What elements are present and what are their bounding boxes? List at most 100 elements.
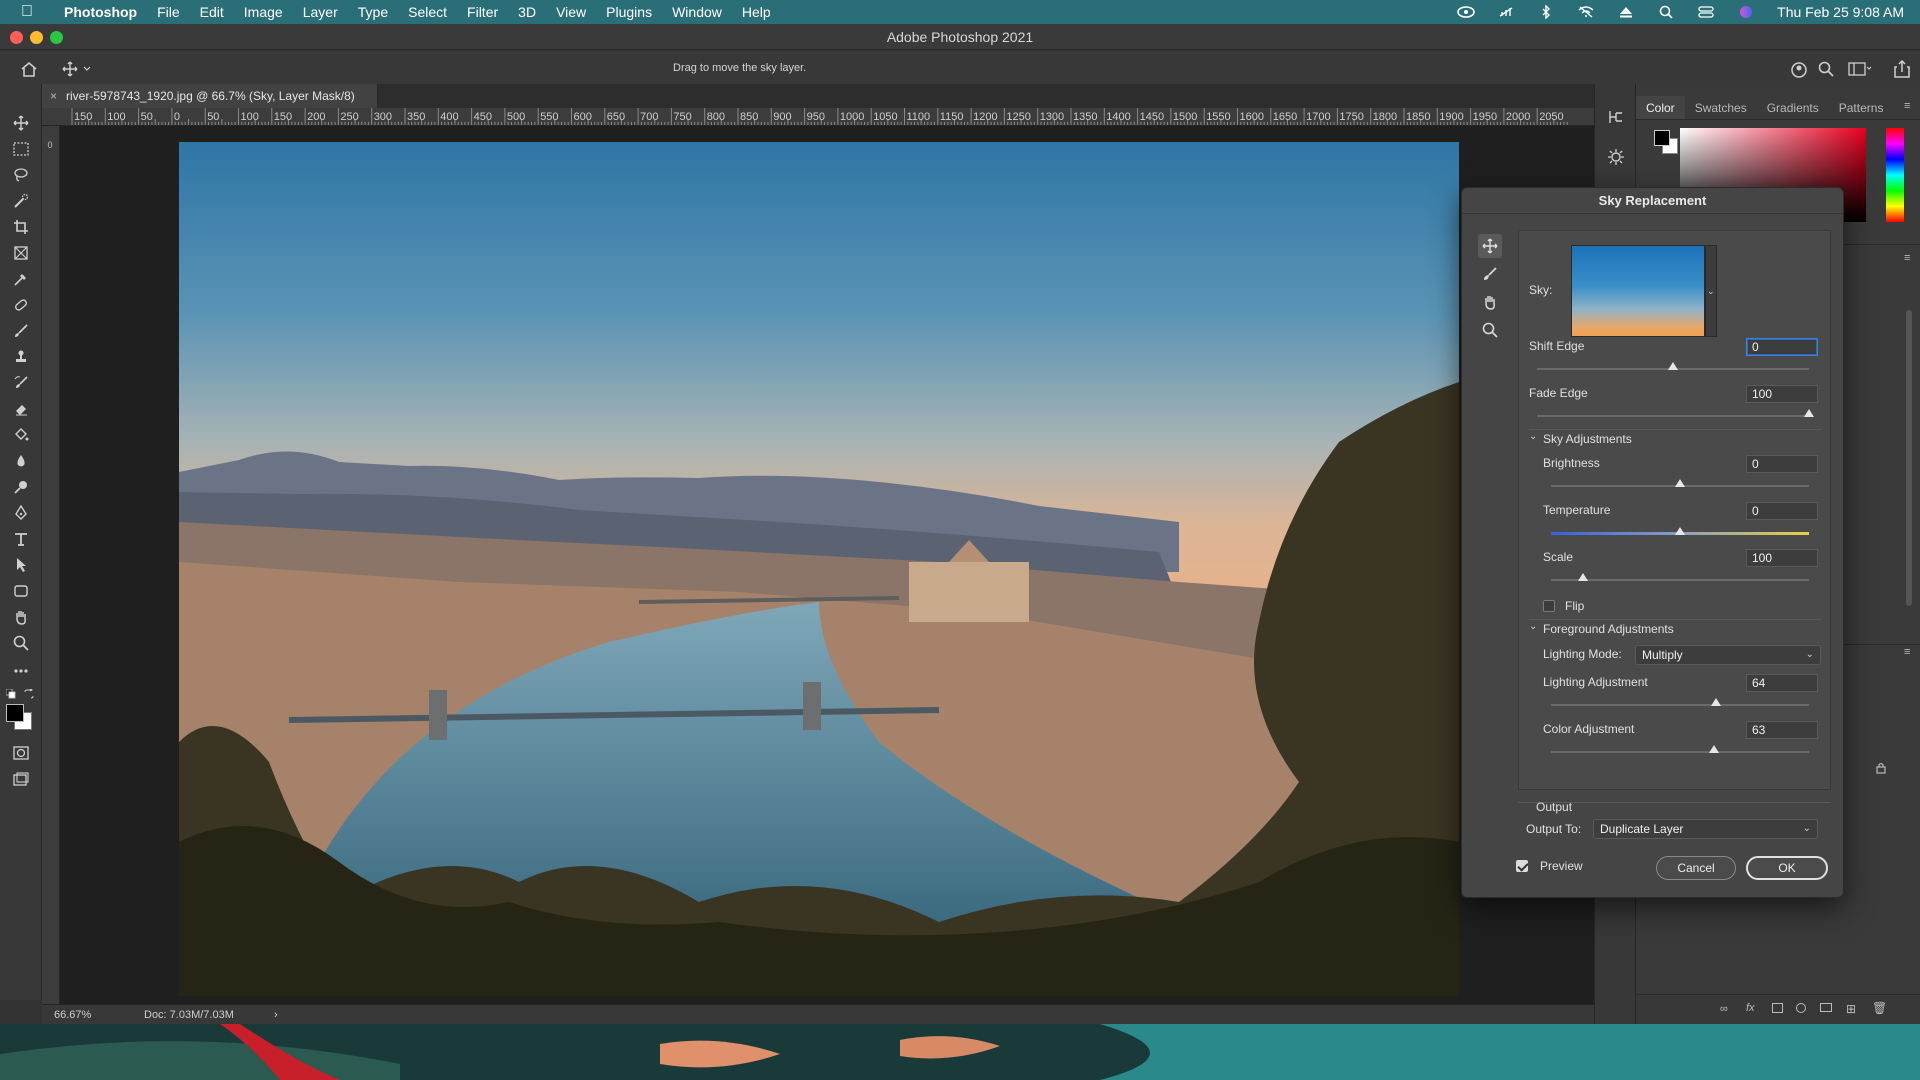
flip-checkbox[interactable] <box>1543 600 1555 612</box>
cancel-button[interactable]: Cancel <box>1656 856 1736 880</box>
brush-tool-icon[interactable] <box>10 320 32 342</box>
frame-tool-icon[interactable] <box>10 242 32 264</box>
control-center-icon[interactable] <box>1697 5 1715 19</box>
search-icon[interactable] <box>1818 61 1834 80</box>
menu-help[interactable]: Help <box>732 4 781 20</box>
add-mask-icon[interactable] <box>1772 1003 1783 1013</box>
marquee-tool-icon[interactable] <box>10 138 32 160</box>
apple-icon[interactable]:  <box>0 3 54 21</box>
close-document-icon[interactable]: × <box>50 84 57 108</box>
sky-zoom-tool-icon[interactable] <box>1478 318 1502 342</box>
preview-checkbox[interactable] <box>1516 860 1528 872</box>
sky-adjustments-chevron-icon[interactable]: ⌄ <box>1529 431 1537 442</box>
paint-bucket-tool-icon[interactable] <box>10 424 32 446</box>
tab-gradients[interactable]: Gradients <box>1757 96 1829 119</box>
move-tool-icon[interactable] <box>10 112 32 134</box>
color-adjustment-slider-thumb[interactable] <box>1708 745 1719 753</box>
tab-patterns[interactable]: Patterns <box>1829 96 1894 119</box>
path-selection-tool-icon[interactable] <box>10 554 32 576</box>
screen-mode-icon[interactable] <box>10 768 32 790</box>
type-tool-icon[interactable] <box>10 528 32 550</box>
output-to-select[interactable]: Duplicate Layer ⌄ <box>1593 819 1818 839</box>
menu-filter[interactable]: Filter <box>457 4 508 20</box>
document-size-info[interactable]: Doc: 7.03M/7.03M <box>144 1005 234 1025</box>
lighting-adjustment-slider[interactable] <box>1551 704 1809 706</box>
menu-3d[interactable]: 3D <box>508 4 546 20</box>
adjustment-layer-icon[interactable] <box>1796 1003 1806 1013</box>
sky-preset-thumbnail[interactable] <box>1571 245 1705 337</box>
menu-plugins[interactable]: Plugins <box>596 4 662 20</box>
menu-file[interactable]: File <box>147 4 190 20</box>
layers-panel-menu-icon[interactable]: ≡ <box>1904 646 1910 658</box>
menu-layer[interactable]: Layer <box>293 4 348 20</box>
zoom-tool-icon[interactable] <box>10 632 32 654</box>
status-menu-chevron-icon[interactable]: › <box>274 1005 278 1025</box>
quick-selection-tool-icon[interactable] <box>10 190 32 212</box>
color-adjustment-input[interactable]: 63 <box>1746 721 1818 739</box>
share-icon[interactable] <box>1894 59 1910 81</box>
lighting-adjustment-slider-thumb[interactable] <box>1711 698 1722 706</box>
new-group-icon[interactable] <box>1820 1003 1832 1012</box>
foreground-adjustments-header[interactable]: Foreground Adjustments <box>1543 622 1674 636</box>
brightness-slider-thumb[interactable] <box>1675 479 1685 487</box>
adjustments-panel-icon[interactable] <box>1607 148 1625 169</box>
delete-layer-icon[interactable]: 🗑 <box>1872 1001 1887 1015</box>
menu-select[interactable]: Select <box>398 4 457 20</box>
lighting-adjustment-input[interactable]: 64 <box>1746 674 1818 692</box>
menu-image[interactable]: Image <box>234 4 293 20</box>
clone-stamp-tool-icon[interactable] <box>10 346 32 368</box>
lasso-tool-icon[interactable] <box>10 164 32 186</box>
sky-move-tool-icon[interactable] <box>1478 234 1502 258</box>
sky-adjustments-header[interactable]: Sky Adjustments <box>1543 432 1632 446</box>
sky-preset-dropdown[interactable]: ⌄ <box>1705 245 1717 337</box>
cloud-docs-icon[interactable] <box>1790 61 1808 82</box>
eraser-tool-icon[interactable] <box>10 398 32 420</box>
crop-tool-icon[interactable] <box>10 216 32 238</box>
rectangle-tool-icon[interactable] <box>10 580 32 602</box>
pen-tool-icon[interactable] <box>10 502 32 524</box>
move-tool-preset-icon[interactable] <box>62 61 92 80</box>
more-tools-icon[interactable] <box>10 660 32 682</box>
sky-hand-tool-icon[interactable] <box>1478 290 1502 314</box>
color-adjustment-slider[interactable] <box>1551 751 1809 753</box>
menubar-clock[interactable]: Thu Feb 25 9:08 AM <box>1777 4 1904 20</box>
temperature-input[interactable]: 0 <box>1746 502 1818 520</box>
lighting-mode-select[interactable]: Multiply ⌄ <box>1635 645 1821 665</box>
panel-foreground-swatch[interactable] <box>1654 130 1670 146</box>
history-panel-icon[interactable] <box>1607 108 1625 129</box>
scale-slider-thumb[interactable] <box>1578 573 1589 581</box>
bluetooth-icon[interactable] <box>1537 5 1555 19</box>
swap-colors-icon[interactable] <box>24 688 34 702</box>
menu-view[interactable]: View <box>546 4 596 20</box>
menu-edit[interactable]: Edit <box>190 4 234 20</box>
scale-input[interactable]: 100 <box>1746 549 1818 567</box>
tab-color[interactable]: Color <box>1636 96 1685 119</box>
document-image[interactable] <box>179 142 1459 996</box>
spotlight-search-icon[interactable] <box>1657 5 1675 19</box>
creative-cloud-icon[interactable] <box>1457 5 1475 19</box>
zoom-window-button[interactable] <box>50 31 63 44</box>
workspace-icon[interactable] <box>1848 62 1872 79</box>
network-icon[interactable] <box>1497 5 1515 19</box>
color-panel-menu-icon[interactable]: ≡ <box>1904 100 1910 112</box>
history-brush-tool-icon[interactable] <box>10 372 32 394</box>
shift-edge-slider-thumb[interactable] <box>1668 362 1678 370</box>
canvas-area[interactable] <box>60 126 1594 1004</box>
scale-slider[interactable] <box>1551 579 1809 581</box>
zoom-level[interactable]: 66.67% <box>54 1005 91 1025</box>
hand-tool-icon[interactable] <box>10 606 32 628</box>
fade-edge-slider[interactable] <box>1537 415 1809 417</box>
eject-icon[interactable] <box>1617 5 1635 19</box>
menu-app-name[interactable]: Photoshop <box>54 4 147 20</box>
siri-icon[interactable] <box>1737 5 1755 19</box>
foreground-adjustments-chevron-icon[interactable]: ⌄ <box>1529 621 1537 632</box>
layer-lock-icon[interactable] <box>1876 762 1886 777</box>
new-layer-icon[interactable]: ⊞ <box>1846 1002 1856 1016</box>
quick-mask-icon[interactable] <box>10 742 32 764</box>
sky-brush-tool-icon[interactable] <box>1478 262 1502 286</box>
foreground-color-swatch[interactable] <box>6 704 24 722</box>
layer-style-fx-icon[interactable]: fx <box>1746 1002 1755 1014</box>
menu-window[interactable]: Window <box>662 4 732 20</box>
wifi-off-icon[interactable] <box>1577 5 1595 19</box>
home-icon[interactable] <box>20 61 38 80</box>
